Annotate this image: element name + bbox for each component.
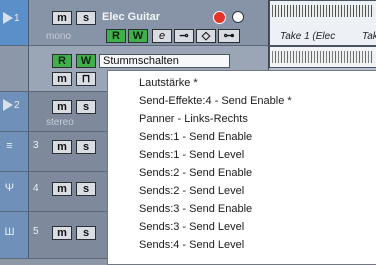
track-subtitle: stereo	[46, 117, 74, 128]
automation-curve	[272, 51, 374, 63]
menu-item[interactable]: Sends:1 - Send Enable	[139, 131, 252, 143]
track-number: 3	[33, 140, 39, 151]
track-number: 1	[14, 13, 20, 24]
automation-lane[interactable]	[269, 46, 376, 68]
send-icon[interactable]: ⊶	[218, 29, 240, 43]
menu-item[interactable]: Sends:3 - Send Level	[139, 221, 244, 233]
edit-button[interactable]: e	[152, 29, 172, 43]
track-number: 2	[14, 100, 20, 111]
track-number: 5	[33, 226, 39, 237]
solo-button[interactable]: s	[76, 140, 96, 154]
track-4-color-strip[interactable]: Ψ 4	[0, 172, 39, 211]
menu-item[interactable]: Panner - Links-Rechts	[139, 113, 248, 125]
mute-button[interactable]: m	[52, 140, 72, 154]
track-subtitle: mono	[46, 31, 72, 42]
track-3-color-strip[interactable]: ≡ 3	[0, 132, 39, 171]
solo-button[interactable]: s	[76, 11, 96, 25]
mute-button[interactable]: m	[52, 182, 72, 196]
menu-item[interactable]: Sends:1 - Send Level	[139, 149, 244, 161]
menu-item[interactable]: Lautstärke *	[139, 77, 198, 89]
expand-triangle-icon[interactable]	[3, 12, 13, 24]
track-5-color-strip[interactable]: Ш 5	[0, 212, 39, 258]
solo-button[interactable]: s	[76, 100, 96, 114]
menu-item[interactable]: Sends:2 - Send Level	[139, 185, 244, 197]
track-2-color-strip[interactable]: 2	[0, 92, 29, 131]
expand-triangle-icon[interactable]	[3, 99, 13, 111]
menu-item[interactable]: Sends:4 - Send Level	[139, 239, 244, 251]
menu-item[interactable]: Sends:2 - Send Enable	[139, 167, 252, 179]
mute-button[interactable]: m	[52, 100, 72, 114]
waveform	[272, 5, 374, 17]
automation-write-button[interactable]: W	[76, 54, 96, 68]
event-label: Take 1 (Elec	[280, 31, 336, 42]
record-enable-icon[interactable]	[213, 11, 226, 24]
solo-button[interactable]: s	[76, 182, 96, 196]
track-1-color-strip[interactable]: 1	[0, 0, 29, 45]
eq-icon[interactable]: ◇	[196, 29, 216, 43]
parameter-select[interactable]: Stummschalten	[99, 54, 230, 68]
automation-mute-button[interactable]: m	[52, 72, 72, 86]
mute-button[interactable]: m	[52, 226, 72, 240]
audio-event[interactable]: Take 1 (Elec Take	[269, 0, 376, 46]
automation-parameter-menu[interactable]: Lautstärke * Send-Effekte:4 - Send Enabl…	[107, 70, 376, 265]
track-number: 4	[33, 183, 39, 194]
monitor-icon[interactable]	[232, 11, 244, 23]
read-button[interactable]: R	[106, 29, 126, 43]
automation-color-strip	[0, 46, 29, 91]
track-1[interactable]: 1 m s Elec Guitar mono R W e ⊸ ◇ ⊶	[0, 0, 268, 46]
event-label-2: Take	[362, 31, 376, 42]
insert-icon[interactable]: ⊸	[174, 29, 194, 43]
solo-button[interactable]: s	[76, 226, 96, 240]
mute-button[interactable]: m	[52, 11, 72, 25]
track-name[interactable]: Elec Guitar	[102, 11, 160, 23]
group-track-icon: Ψ	[4, 182, 15, 194]
folder-track-icon: Ш	[4, 226, 15, 238]
automation-read-button[interactable]: R	[52, 54, 72, 68]
menu-item[interactable]: Send-Effekte:4 - Send Enable *	[139, 95, 292, 107]
write-button[interactable]: W	[128, 29, 148, 43]
fx-track-icon: ≡	[6, 140, 13, 152]
automation-lock-icon[interactable]: ⊓	[76, 72, 96, 86]
menu-item[interactable]: Sends:3 - Send Enable	[139, 203, 252, 215]
